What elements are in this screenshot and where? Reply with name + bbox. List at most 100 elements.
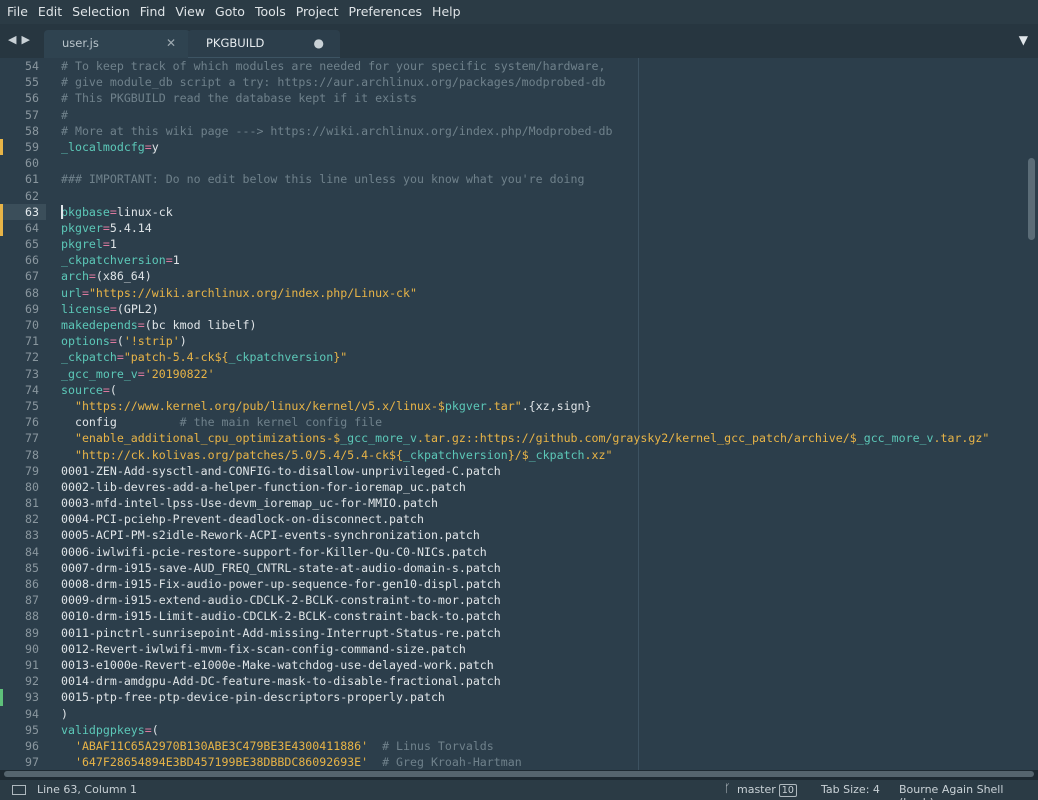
line-number: 69 [25,301,39,316]
code-line[interactable]: # To keep track of which modules are nee… [61,58,1023,74]
code-line[interactable]: 0001-ZEN-Add-sysctl-and-CONFIG-to-disall… [61,463,1023,479]
code-token: # [61,107,68,122]
code-token: 1 [109,237,117,252]
code-line[interactable]: source=( [61,382,1023,398]
code-line[interactable] [61,188,1023,204]
code-line[interactable]: license=(GPL2) [61,301,1023,317]
line-number: 74 [25,382,39,397]
git-branch[interactable]: master 10 [737,783,797,797]
code-token: .tar.gz" [933,431,990,446]
code-line[interactable]: 0009-drm-i915-extend-audio-CDCLK-2-BCLK-… [61,592,1023,608]
menu-goto[interactable]: Goto [210,0,250,24]
code-line[interactable]: options=('!strip') [61,333,1023,349]
code-line[interactable]: 0002-lib-devres-add-a-helper-function-fo… [61,479,1023,495]
code-token: linux-ck [116,204,173,219]
code-line[interactable]: 0004-PCI-pciehp-Prevent-deadlock-on-disc… [61,511,1023,527]
code-token: = [81,285,89,300]
code-line[interactable]: pkgrel=1 [61,236,1023,252]
code-line[interactable]: pkgbase=linux-ck [61,204,1023,220]
tab-size-selector[interactable]: Tab Size: 4 [821,783,880,796]
code-line[interactable]: 0008-drm-i915-Fix-audio-power-up-sequenc… [61,576,1023,592]
code-token: pkgrel [61,237,103,252]
horizontal-scrollbar[interactable] [4,770,1034,778]
code-token: # the main kernel config file [116,415,383,430]
code-token: # Linus Torvalds [368,738,494,753]
code-line[interactable]: 0015-ptp-free-ptp-device-pin-descriptors… [61,689,1023,705]
tab-nav-arrows: ◀ ▶ [8,33,30,46]
unsaved-dot-icon[interactable]: ● [314,30,324,56]
nav-back-icon[interactable]: ◀ [8,33,16,46]
code-token: 0010-drm-i915-Limit-audio-CDCLK-2-BCLK-c… [61,609,501,624]
tab-user-js[interactable]: user.js ✕ [44,30,190,58]
close-icon[interactable]: ✕ [166,30,176,56]
code-line[interactable]: arch=(x86_64) [61,268,1023,284]
git-changes-badge: 10 [778,784,797,797]
panel-toggle-icon[interactable] [12,785,26,795]
code-line[interactable]: makedepends=(bc kmod libelf) [61,317,1023,333]
line-number: 81 [25,496,39,511]
code-token: source [61,382,103,397]
code-line[interactable]: 0006-iwlwifi-pcie-restore-support-for-Ki… [61,544,1023,560]
code-line[interactable]: # give module_db script a try: https://a… [61,74,1023,90]
code-line[interactable]: 0003-mfd-intel-lpss-Use-devm_ioremap_uc-… [61,495,1023,511]
code-line[interactable]: pkgver=5.4.14 [61,220,1023,236]
menu-file[interactable]: File [2,0,33,24]
nav-forward-icon[interactable]: ▶ [21,33,29,46]
code-line[interactable]: _localmodcfg=y [61,139,1023,155]
code-line[interactable]: config # the main kernel config file [61,414,1023,430]
code-token: '647F28654894E3BD457199BE38DBBDC86092693… [61,755,369,770]
tab-pkgbuild[interactable]: PKGBUILD ● [188,30,340,58]
line-number: 75 [25,398,39,413]
code-token: 0013-e1000e-Revert-e1000e-Make-watchdog-… [61,657,494,672]
code-line[interactable]: _ckpatch="patch-5.4-ck${_ckpatchversion}… [61,349,1023,365]
code-line[interactable]: 0012-Revert-iwlwifi-mvm-fix-scan-config-… [61,641,1023,657]
code-line[interactable]: 0010-drm-i915-Limit-audio-CDCLK-2-BCLK-c… [61,608,1023,624]
code-token: = [137,318,145,332]
code-line[interactable]: _gcc_more_v='20190822' [61,366,1023,382]
code-token: = [137,366,145,381]
code-token: 0005-ACPI-PM-s2idle-Rework-ACPI-events-s… [61,528,480,543]
vertical-scrollbar[interactable] [1026,58,1036,770]
code-line[interactable]: "http://ck.kolivas.org/patches/5.0/5.4/5… [61,447,1023,463]
code-line[interactable]: ) [61,706,1023,722]
chevron-down-icon[interactable]: ▼ [1019,33,1028,47]
code-line[interactable]: # [61,107,1023,123]
code-line[interactable]: 0011-pinctrl-sunrisepoint-Add-missing-In… [61,625,1023,641]
line-number: 73 [25,366,39,381]
code-token: 0001-ZEN-Add-sysctl-and-CONFIG-to-disall… [61,463,501,478]
menu-help[interactable]: Help [427,0,466,24]
vertical-scrollbar-thumb[interactable] [1028,158,1035,240]
menu-edit[interactable]: Edit [33,0,67,24]
menu-tools[interactable]: Tools [250,0,291,24]
menu-preferences[interactable]: Preferences [344,0,428,24]
code-line[interactable]: _ckpatchversion=1 [61,252,1023,268]
menu-selection[interactable]: Selection [67,0,135,24]
code-token: (GPL2) [116,301,159,316]
menu-find[interactable]: Find [135,0,171,24]
menu-view[interactable]: View [170,0,210,24]
code-line[interactable] [61,155,1023,171]
code-line[interactable]: 0014-drm-amdgpu-Add-DC-feature-mask-to-d… [61,673,1023,689]
code-line[interactable]: '647F28654894E3BD457199BE38DBBDC86092693… [61,754,1023,770]
syntax-selector[interactable]: Bourne Again Shell (bash) [899,783,1038,800]
code-token: "https://www.kernel.org/pub/linux/kernel… [61,398,445,413]
code-line[interactable]: # More at this wiki page ---> https://wi… [61,123,1023,139]
code-line[interactable]: "https://www.kernel.org/pub/linux/kernel… [61,398,1023,414]
code-line[interactable]: ### IMPORTANT: Do no edit below this lin… [61,171,1023,187]
code-line[interactable]: validpgpkeys=( [61,722,1023,738]
code-line[interactable]: 'ABAF11C65A2970B130ABE3C479BE3E430041188… [61,738,1023,754]
editor-pane[interactable]: 54 55 56 57 58 59 60 61 62 63 64 65 66 67 68 69 70 71 72 73… [0,58,1038,770]
horizontal-scrollbar-thumb[interactable] [4,771,1034,777]
tab-label: user.js [62,36,99,50]
code-line[interactable]: "enable_additional_cpu_optimizations-$_g… [61,430,1023,446]
tab-label: PKGBUILD [206,36,265,50]
code-line[interactable]: 0013-e1000e-Revert-e1000e-Make-watchdog-… [61,657,1023,673]
menu-bar: File Edit Selection Find View Goto Tools Projec… [0,0,1038,24]
menu-project[interactable]: Project [291,0,344,24]
code-area[interactable]: # To keep track of which modules are nee… [61,58,1023,770]
code-line[interactable]: 0007-drm-i915-save-AUD_FREQ_CNTRL-state-… [61,560,1023,576]
code-line[interactable]: # This PKGBUILD read the database kept i… [61,90,1023,106]
line-number: 62 [25,188,39,203]
code-line[interactable]: 0005-ACPI-PM-s2idle-Rework-ACPI-events-s… [61,527,1023,543]
code-line[interactable]: url="https://wiki.archlinux.org/index.ph… [61,285,1023,301]
